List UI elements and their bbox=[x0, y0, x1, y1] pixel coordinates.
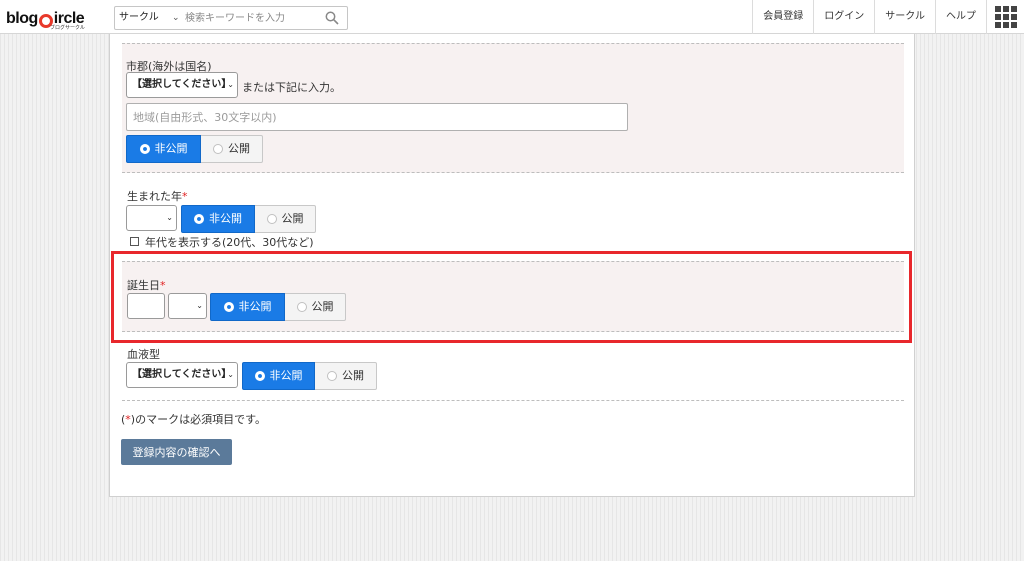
city-public-option[interactable]: 公開 bbox=[201, 135, 263, 163]
show-age-range-checkbox[interactable] bbox=[130, 237, 139, 246]
city-visibility-toggle: 非公開 公開 bbox=[126, 135, 263, 163]
highlight-box bbox=[111, 251, 912, 343]
blood-type-private-label: 非公開 bbox=[269, 369, 303, 382]
nav-help[interactable]: ヘルプ bbox=[935, 0, 986, 34]
birth-year-private-option[interactable]: 非公開 bbox=[181, 205, 255, 233]
chevron-down-icon: ⌄ bbox=[227, 80, 234, 89]
nav-register[interactable]: 会員登録 bbox=[752, 0, 813, 34]
birth-year-label-text: 生まれた年 bbox=[127, 190, 182, 203]
blood-type-label: 血液型 bbox=[127, 348, 160, 361]
birth-year-private-label: 非公開 bbox=[209, 212, 242, 225]
birth-year-label: 生まれた年* bbox=[127, 188, 188, 204]
blood-type-select[interactable]: 【選択してください】 ⌄ bbox=[126, 362, 238, 388]
region-input[interactable] bbox=[126, 103, 628, 131]
blood-type-private-option[interactable]: 非公開 bbox=[242, 362, 315, 390]
search-box: サークル ⌄ bbox=[114, 6, 348, 30]
app-menu-button[interactable] bbox=[986, 0, 1024, 34]
birth-year-public-label: 公開 bbox=[281, 212, 304, 225]
note-text: )のマークは必須項目です。 bbox=[130, 413, 266, 426]
radio-selected-icon bbox=[139, 144, 150, 154]
radio-unselected-icon bbox=[266, 214, 277, 224]
radio-unselected-icon bbox=[327, 371, 337, 381]
blood-type-visibility-toggle: 非公開 公開 bbox=[242, 362, 377, 390]
radio-selected-icon bbox=[254, 371, 265, 381]
required-note: (*)のマークは必須項目です。 bbox=[121, 411, 266, 427]
confirm-registration-button[interactable]: 登録内容の確認へ bbox=[121, 439, 232, 465]
header-nav: 会員登録 ログイン サークル ヘルプ bbox=[752, 0, 1024, 34]
top-header: blog ircle ブログサークル サークル ⌄ 会員登録 ログイン サークル… bbox=[0, 0, 1024, 34]
search-icon[interactable] bbox=[325, 11, 339, 25]
search-category-select[interactable]: サークル bbox=[119, 7, 159, 29]
divider bbox=[122, 400, 904, 401]
chevron-down-icon[interactable]: ⌄ bbox=[172, 7, 180, 29]
nav-login[interactable]: ログイン bbox=[813, 0, 874, 34]
city-section: 市郡(海外は国名) 【選択してください】 ⌄ または下記に入力。 非公開 公開 bbox=[122, 43, 904, 173]
blood-type-public-option[interactable]: 公開 bbox=[315, 362, 377, 390]
nav-circle[interactable]: サークル bbox=[874, 0, 935, 34]
logo-text-blog: blog bbox=[6, 10, 38, 27]
chevron-down-icon: ⌄ bbox=[166, 213, 173, 222]
logo-subtitle: ブログサークル bbox=[50, 25, 85, 31]
show-age-range-label: 年代を表示する(20代、30代など) bbox=[145, 236, 314, 249]
search-input[interactable] bbox=[185, 9, 315, 27]
grid-menu-icon bbox=[994, 6, 1017, 28]
city-hint: または下記に入力。 bbox=[242, 81, 341, 94]
radio-selected-icon bbox=[194, 214, 204, 224]
city-private-option[interactable]: 非公開 bbox=[126, 135, 201, 163]
city-private-label: 非公開 bbox=[154, 142, 188, 155]
chevron-down-icon: ⌄ bbox=[227, 370, 234, 379]
city-select-value: 【選択してください】 bbox=[132, 79, 232, 90]
radio-unselected-icon bbox=[213, 144, 223, 154]
city-select[interactable]: 【選択してください】 ⌄ bbox=[126, 72, 238, 98]
birth-year-select[interactable]: ⌄ bbox=[126, 205, 177, 231]
required-mark: * bbox=[182, 190, 188, 203]
blood-type-select-value: 【選択してください】 bbox=[132, 369, 232, 380]
blood-type-public-label: 公開 bbox=[342, 369, 364, 382]
birth-year-visibility-toggle: 非公開 公開 bbox=[181, 205, 316, 233]
blogcircle-logo[interactable]: blog ircle ブログサークル bbox=[6, 7, 85, 32]
birth-year-public-option[interactable]: 公開 bbox=[255, 205, 316, 233]
city-public-label: 公開 bbox=[228, 142, 250, 155]
